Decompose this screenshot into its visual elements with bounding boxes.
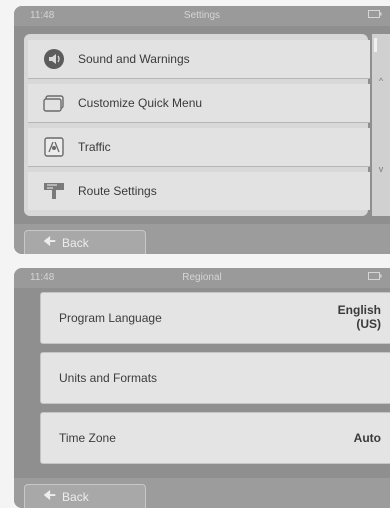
route-settings-icon [42, 180, 66, 202]
bottom-bar: 🠈 Back [14, 224, 390, 254]
menu-item-route-settings[interactable]: Route Settings [28, 172, 370, 210]
menu-item-label: Route Settings [78, 184, 157, 198]
menu-item-label: Sound and Warnings [78, 52, 190, 66]
battery-icon [368, 10, 382, 21]
setting-row-units-and-formats[interactable]: Units and Formats [40, 352, 390, 404]
setting-row-time-zone[interactable]: Time Zone Auto [40, 412, 390, 464]
setting-label: Program Language [59, 311, 162, 325]
back-button[interactable]: 🠈 Back [24, 484, 146, 508]
menu-item-label: Traffic [78, 140, 111, 154]
setting-value-line: (US) [356, 317, 381, 331]
setting-row-program-language[interactable]: Program Language English (US) [40, 292, 390, 344]
setting-value-line: English [337, 303, 381, 317]
regional-settings-screen: 11:48 Regional Program Language English … [14, 268, 390, 508]
scroll-down-arrow-icon[interactable]: v [372, 164, 390, 174]
traffic-icon [42, 136, 66, 158]
regional-settings-list: Program Language English (US) Units and … [40, 292, 390, 466]
status-bar: 11:48 Settings [14, 6, 390, 26]
menu-item-traffic[interactable]: Traffic [28, 128, 370, 167]
scrollbar[interactable]: ^ v [372, 34, 390, 216]
battery-icon [368, 272, 382, 283]
sound-icon [42, 48, 66, 70]
setting-label: Time Zone [59, 431, 116, 445]
settings-menu-screen: 11:48 Settings Sound and Warnings Custom… [14, 6, 390, 254]
setting-value: English (US) [338, 303, 381, 331]
menu-item-customize-quick-menu[interactable]: Customize Quick Menu [28, 84, 370, 123]
bottom-bar: 🠈 Back [14, 478, 390, 508]
menu-item-sound-and-warnings[interactable]: Sound and Warnings [28, 40, 370, 79]
scroll-up-arrow-icon[interactable]: ^ [372, 76, 390, 86]
quick-menu-icon [42, 92, 66, 114]
settings-menu-list: Sound and Warnings Customize Quick Menu … [24, 34, 370, 216]
status-bar: 11:48 Regional [14, 268, 390, 288]
back-button[interactable]: 🠈 Back [24, 230, 146, 254]
menu-item-label: Customize Quick Menu [78, 96, 203, 110]
back-button-label: Back [62, 236, 89, 250]
back-arrow-icon: 🠈 [43, 487, 57, 503]
back-arrow-icon: 🠈 [43, 233, 57, 249]
screen-title: Settings [183, 10, 221, 21]
back-button-label: Back [62, 490, 89, 504]
scroll-thumb[interactable] [374, 38, 377, 52]
setting-value: Auto [353, 431, 381, 445]
screen-title: Regional [182, 272, 222, 283]
setting-label: Units and Formats [59, 371, 158, 385]
